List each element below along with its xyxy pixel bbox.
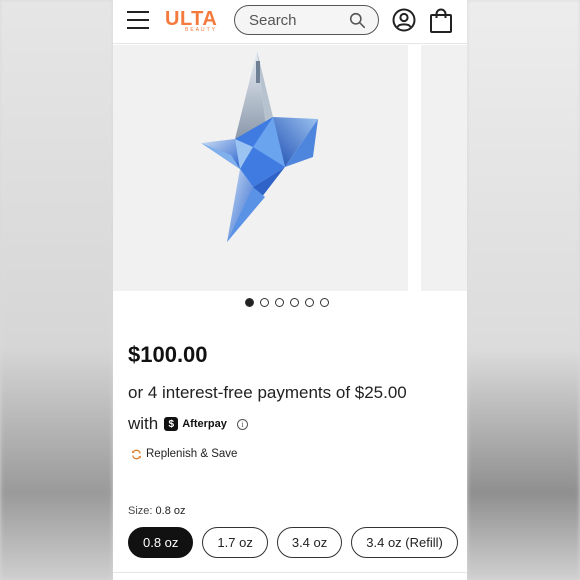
- perfume-star-bottle-image: [201, 51, 318, 242]
- with-text: with: [128, 414, 159, 433]
- carousel-dot[interactable]: [260, 298, 269, 307]
- size-label: Size: 0.8 oz: [128, 505, 186, 517]
- mobile-page: ULTA BEAUTY Search $100.00 or 4 interest…: [113, 0, 467, 580]
- replenish-label: Replenish & Save: [146, 448, 238, 460]
- account-icon[interactable]: [392, 8, 416, 32]
- ulta-logo-subtext: BEAUTY: [185, 27, 218, 33]
- replenish-icon: [132, 449, 141, 459]
- size-option-1-7-oz[interactable]: 1.7 oz: [202, 527, 268, 558]
- installments-text: or 4 interest-free payments of $25.00: [128, 383, 407, 402]
- carousel-dot[interactable]: [305, 298, 314, 307]
- carousel-dot[interactable]: [245, 298, 254, 307]
- top-header: ULTA BEAUTY Search: [113, 0, 467, 44]
- search-icon[interactable]: [349, 12, 366, 29]
- carousel-dot[interactable]: [320, 298, 329, 307]
- next-image-slide-peek[interactable]: [421, 45, 467, 291]
- replenish-save[interactable]: Replenish & Save: [131, 448, 237, 460]
- size-option-3-4-oz-refill[interactable]: 3.4 oz (Refill): [351, 527, 458, 558]
- product-price: $100.00: [128, 342, 208, 367]
- size-selected-value: 0.8 oz: [155, 505, 186, 517]
- carousel-dot[interactable]: [290, 298, 299, 307]
- size-option-0-8-oz[interactable]: 0.8 oz: [128, 527, 194, 558]
- size-option-3-4-oz[interactable]: 3.4 oz: [276, 527, 343, 558]
- size-label-prefix: Size:: [128, 505, 153, 517]
- search-input[interactable]: Search: [234, 5, 379, 35]
- product-image-slide[interactable]: [113, 45, 408, 291]
- search-placeholder: Search: [249, 12, 297, 29]
- afterpay-icon: $: [164, 417, 179, 431]
- carousel-dot[interactable]: [275, 298, 284, 307]
- menu-icon[interactable]: [127, 10, 149, 30]
- background-right: [467, 0, 580, 580]
- bag-icon[interactable]: [429, 8, 453, 34]
- divider: [113, 572, 467, 573]
- info-icon[interactable]: i: [236, 418, 248, 430]
- afterpay-label: Afterpay: [182, 418, 227, 430]
- size-options: 0.8 oz 1.7 oz 3.4 oz 3.4 oz (Refill): [128, 527, 458, 558]
- carousel-dots: [245, 298, 329, 310]
- afterpay-row: with $ Afterpay i: [128, 413, 248, 435]
- background-left: [0, 0, 113, 580]
